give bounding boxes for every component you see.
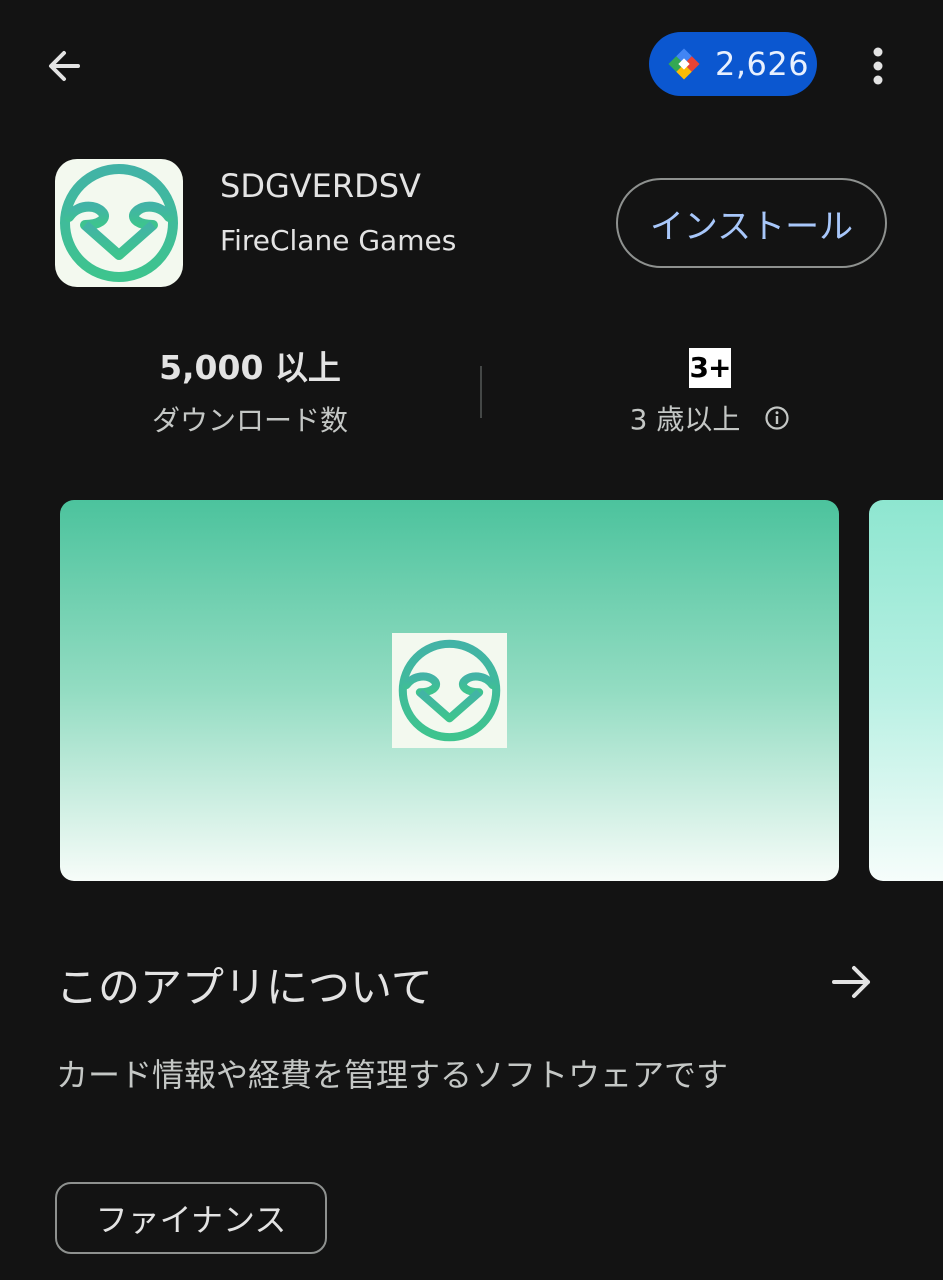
app-title: SDGVERDSV: [220, 167, 421, 205]
screenshot-2[interactable]: [869, 500, 943, 881]
developer-link[interactable]: FireClane Games: [220, 224, 456, 257]
about-title: このアプリについて: [56, 963, 433, 1012]
app-logo-icon: [60, 164, 178, 282]
install-button[interactable]: インストール: [616, 178, 887, 268]
more-options-button[interactable]: [852, 36, 904, 96]
about-description: カード情報や経費を管理するソフトウェアです: [56, 1056, 729, 1094]
play-points-value: 2,626: [715, 45, 810, 83]
more-vert-icon: [873, 47, 883, 85]
app-details-page: 2,626 SDGVERDSV FireClane Games インストール 5…: [0, 0, 943, 1280]
play-points-icon: [668, 48, 700, 80]
about-section-header[interactable]: このアプリについて: [56, 950, 886, 1014]
arrow-back-icon: [49, 51, 80, 81]
screenshot-app-logo: [392, 633, 507, 748]
content-rating-stat: 3+ 3 歳以上: [600, 348, 820, 438]
content-rating-label: 3 歳以上: [629, 403, 741, 436]
category-chip[interactable]: ファイナンス: [55, 1182, 327, 1254]
screenshot-1[interactable]: [60, 500, 839, 881]
stat-divider: [480, 366, 482, 418]
info-icon[interactable]: [764, 405, 790, 431]
app-logo-icon: [398, 639, 501, 742]
content-rating-badge: 3+: [689, 348, 731, 388]
downloads-value: 5,000 以上: [159, 348, 341, 387]
arrow-forward-icon: [832, 966, 870, 998]
play-points-button[interactable]: 2,626: [649, 32, 817, 96]
app-icon: [55, 159, 183, 287]
downloads-label: ダウンロード数: [151, 404, 348, 437]
downloads-stat: 5,000 以上 ダウンロード数: [100, 345, 400, 439]
back-button[interactable]: [34, 36, 94, 96]
